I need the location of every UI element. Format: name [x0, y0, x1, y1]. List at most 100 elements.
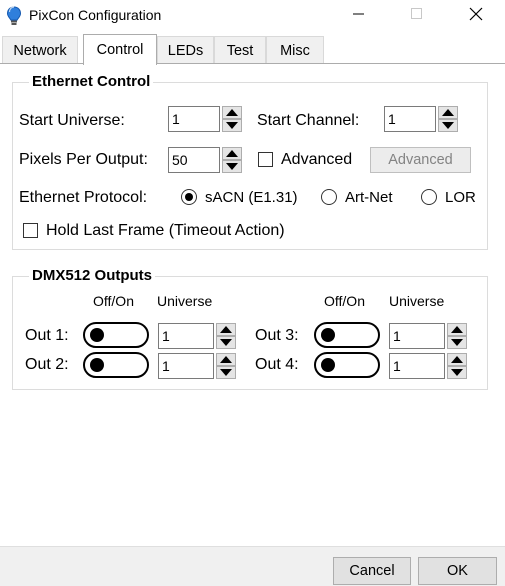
title-bar[interactable]: PixCon Configuration — [0, 0, 505, 32]
pixels-per-output-down-button[interactable] — [222, 160, 242, 173]
pixels-per-output-up-button[interactable] — [222, 147, 242, 160]
tab-divider — [0, 63, 505, 64]
out3-toggle[interactable] — [314, 322, 380, 348]
minimize-button[interactable] — [330, 0, 388, 32]
arrow-down-icon — [226, 122, 238, 129]
out3-universe-input[interactable]: 1 — [389, 323, 445, 349]
pixels-per-output-label: Pixels Per Output: — [19, 151, 148, 168]
ethernet-control-title: Ethernet Control — [29, 73, 154, 90]
tab-label: Network — [13, 42, 67, 59]
tab-leds[interactable]: LEDs — [157, 36, 214, 64]
out2-up-button[interactable] — [216, 353, 236, 366]
start-channel-spinner: 1 — [384, 106, 460, 132]
tab-control[interactable]: Control — [83, 34, 157, 65]
tab-network[interactable]: Network — [2, 36, 78, 64]
start-universe-up-button[interactable] — [222, 106, 242, 119]
ok-button-label: OK — [447, 563, 468, 579]
pixels-per-output-spinner: 50 — [168, 147, 244, 173]
tab-misc[interactable]: Misc — [266, 36, 324, 64]
out1-toggle[interactable] — [83, 322, 149, 348]
arrow-up-icon — [442, 109, 454, 116]
arrow-down-icon — [451, 339, 463, 346]
out4-universe-spinner: 1 — [389, 353, 471, 379]
arrow-down-icon — [226, 163, 238, 170]
toggle-knob — [90, 358, 104, 372]
tab-test[interactable]: Test — [214, 36, 266, 64]
tab-label: Test — [226, 42, 254, 59]
out2-universe-input[interactable]: 1 — [158, 353, 214, 379]
tab-strip: Network Control LEDs Test Misc — [0, 34, 505, 65]
advanced-button[interactable]: Advanced — [370, 147, 471, 173]
advanced-checkbox-label: Advanced — [281, 151, 353, 168]
lor-radio-label: LOR — [445, 189, 476, 206]
close-icon — [469, 7, 483, 26]
toggle-knob — [90, 328, 104, 342]
start-channel-input[interactable]: 1 — [384, 106, 436, 132]
out1-up-button[interactable] — [216, 323, 236, 336]
maximize-button[interactable] — [388, 0, 446, 32]
artnet-radio[interactable] — [321, 189, 337, 205]
start-channel-up-button[interactable] — [438, 106, 458, 119]
out1-down-button[interactable] — [216, 336, 236, 349]
arrow-up-icon — [226, 150, 238, 157]
universe-header-left: Universe — [157, 293, 213, 309]
cancel-button[interactable]: Cancel — [333, 557, 411, 585]
tab-label: LEDs — [167, 42, 204, 59]
out2-label: Out 2: — [25, 356, 69, 373]
out3-universe-spinner: 1 — [389, 323, 471, 349]
start-universe-down-button[interactable] — [222, 119, 242, 132]
maximize-icon — [411, 7, 423, 25]
close-button[interactable] — [447, 0, 505, 32]
out1-universe-input[interactable]: 1 — [158, 323, 214, 349]
toggle-knob — [321, 358, 335, 372]
out3-label: Out 3: — [255, 327, 299, 344]
cancel-button-label: Cancel — [349, 563, 395, 579]
out3-down-button[interactable] — [447, 336, 467, 349]
out4-down-button[interactable] — [447, 366, 467, 379]
arrow-down-icon — [442, 122, 454, 129]
sacn-radio[interactable] — [181, 189, 197, 205]
ok-button[interactable]: OK — [418, 557, 497, 585]
out2-toggle[interactable] — [83, 352, 149, 378]
tab-label: Misc — [280, 42, 310, 59]
start-universe-spinner: 1 — [168, 106, 244, 132]
start-universe-label: Start Universe: — [19, 112, 125, 129]
advanced-button-label: Advanced — [388, 152, 453, 168]
minimize-icon — [353, 7, 365, 25]
out1-label: Out 1: — [25, 327, 69, 344]
start-channel-down-button[interactable] — [438, 119, 458, 132]
out2-down-button[interactable] — [216, 366, 236, 379]
start-channel-label: Start Channel: — [257, 112, 360, 129]
sacn-radio-label: sACN (E1.31) — [205, 189, 298, 206]
hold-last-frame-checkbox[interactable] — [23, 223, 38, 238]
window-title: PixCon Configuration — [29, 7, 162, 23]
universe-header-right: Universe — [389, 293, 445, 309]
out4-universe-input[interactable]: 1 — [389, 353, 445, 379]
start-universe-input[interactable]: 1 — [168, 106, 220, 132]
arrow-up-icon — [220, 356, 232, 363]
offon-header-left: Off/On — [93, 293, 134, 309]
toggle-knob — [321, 328, 335, 342]
out4-up-button[interactable] — [447, 353, 467, 366]
arrow-up-icon — [451, 356, 463, 363]
lor-radio[interactable] — [421, 189, 437, 205]
arrow-down-icon — [220, 339, 232, 346]
dmx-outputs-title: DMX512 Outputs — [29, 267, 156, 284]
advanced-checkbox[interactable] — [258, 152, 273, 167]
out4-label: Out 4: — [255, 356, 299, 373]
arrow-up-icon — [226, 109, 238, 116]
dialog-footer: Cancel OK — [0, 546, 505, 586]
out1-universe-spinner: 1 — [158, 323, 240, 349]
pixels-per-output-input[interactable]: 50 — [168, 147, 220, 173]
arrow-up-icon — [451, 326, 463, 333]
ethernet-protocol-label: Ethernet Protocol: — [19, 189, 148, 206]
hold-last-frame-label: Hold Last Frame (Timeout Action) — [46, 222, 285, 239]
out2-universe-spinner: 1 — [158, 353, 240, 379]
arrow-down-icon — [220, 369, 232, 376]
artnet-radio-label: Art-Net — [345, 189, 393, 206]
offon-header-right: Off/On — [324, 293, 365, 309]
tab-label: Control — [96, 42, 144, 58]
out4-toggle[interactable] — [314, 352, 380, 378]
out3-up-button[interactable] — [447, 323, 467, 336]
lightbulb-icon — [6, 6, 22, 26]
